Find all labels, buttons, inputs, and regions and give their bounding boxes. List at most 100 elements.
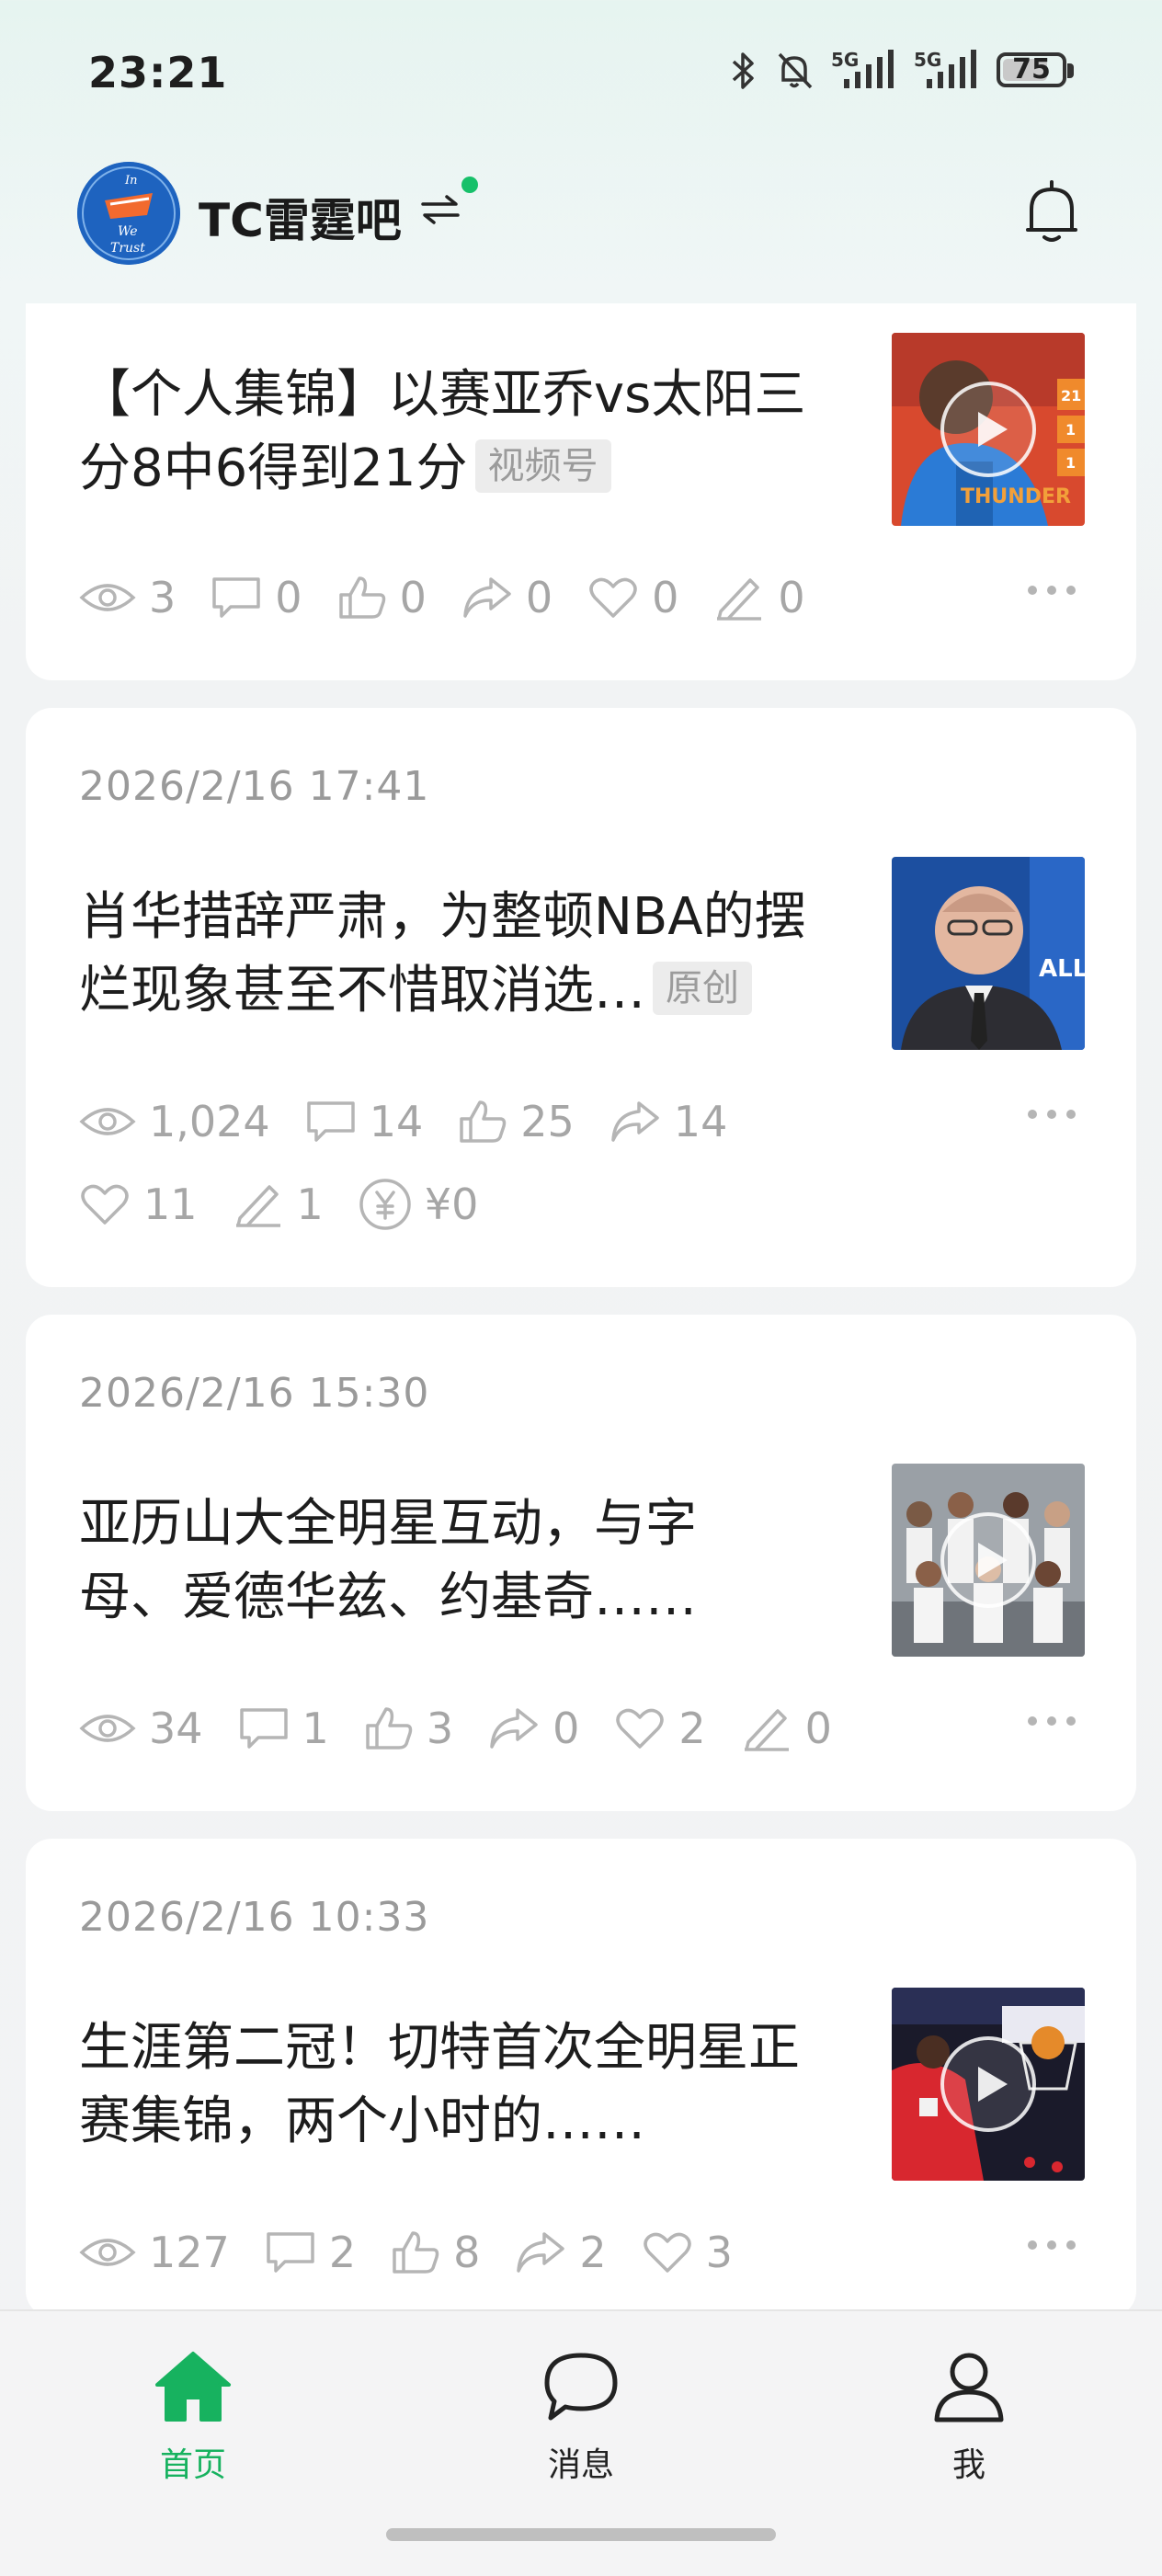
more-options-icon[interactable]	[1026, 583, 1077, 600]
share-count[interactable]: 14	[609, 1097, 727, 1146]
share-icon	[611, 1101, 659, 1142]
comment-count[interactable]: 14	[305, 1097, 423, 1146]
eye-icon	[79, 584, 136, 611]
share-count[interactable]: 0	[488, 1704, 579, 1753]
favorite-count[interactable]: 2	[614, 1704, 706, 1753]
view-count: 3	[79, 573, 176, 622]
favorite-count[interactable]: 3	[642, 2228, 733, 2277]
post-thumbnail[interactable]: ALL	[892, 857, 1085, 1050]
home-indicator[interactable]	[386, 2528, 776, 2541]
svg-text:THUNDER: THUNDER	[961, 485, 1071, 508]
nav-home-label: 首页	[159, 2446, 226, 2484]
post-title-text: 亚历山大全明星互动，与字母、爱德华兹、约基奇……	[79, 1494, 697, 1627]
comment-icon	[306, 1101, 355, 1142]
post-card[interactable]: 【个人集锦】以赛亚乔vs太阳三分8中6得到21分 视频号 THUNDER 21 1…	[26, 303, 1136, 680]
post-thumbnail[interactable]	[892, 1464, 1085, 1657]
bluetooth-icon	[732, 52, 754, 89]
view-count: 127	[79, 2228, 230, 2277]
comment-count[interactable]: 2	[265, 2228, 356, 2277]
post-thumbnail[interactable]: THUNDER 21 1 1	[892, 333, 1085, 526]
post-title[interactable]: 【个人集锦】以赛亚乔vs太阳三分8中6得到21分 视频号	[79, 359, 842, 506]
post-thumbnail[interactable]	[892, 1988, 1085, 2181]
thumbs-up-icon	[366, 1707, 413, 1750]
switch-group-icon[interactable]	[419, 193, 461, 230]
pen-icon	[717, 578, 762, 621]
edit-count[interactable]: 0	[713, 573, 805, 622]
thumbs-up-icon	[393, 2231, 439, 2274]
more-options-icon[interactable]	[1026, 1714, 1077, 1731]
signal-5g-icon: 5G	[831, 49, 894, 88]
comment-icon	[212, 577, 261, 618]
status-icons: 5G 5G 75	[730, 46, 1077, 96]
favorite-count[interactable]: 11	[79, 1180, 198, 1229]
post-title-text: 生涯第二冠！切特首次全明星正赛集锦，两个小时的……	[79, 2018, 800, 2151]
like-count[interactable]: 0	[337, 573, 427, 622]
share-count[interactable]: 2	[515, 2228, 607, 2277]
svg-text:5G: 5G	[831, 49, 859, 71]
post-title-text: 【个人集锦】以赛亚乔vs太阳三分8中6得到21分	[79, 365, 806, 498]
comment-icon	[267, 2232, 314, 2273]
post-stats: 34 1 3 0 2 0	[79, 1701, 867, 1756]
yen-coin-icon	[359, 1179, 411, 1230]
nav-me-label: 我	[951, 2446, 985, 2484]
svg-text:21: 21	[1061, 387, 1081, 405]
more-options-icon[interactable]	[1026, 1107, 1077, 1124]
thumbs-up-icon	[460, 1100, 507, 1143]
edit-count[interactable]: 0	[741, 1704, 832, 1753]
nav-messages[interactable]: 消息	[489, 2311, 673, 2495]
comment-icon	[239, 1708, 288, 1749]
post-stats: 1,024 14 25 14	[79, 1094, 762, 1149]
notification-bell-icon[interactable]	[1024, 178, 1079, 248]
post-date: 2026/2/16 15:30	[79, 1370, 430, 1417]
share-icon	[517, 2232, 565, 2273]
post-card[interactable]: 2026/2/16 10:33 生涯第二冠！切特首次全明星正赛集锦，两个小时的……	[26, 1839, 1136, 2317]
avatar-text-in: In	[124, 174, 138, 188]
share-icon	[463, 577, 511, 618]
thumbs-up-icon	[338, 576, 385, 619]
post-stats: 127 2 8 2 3	[79, 2225, 768, 2280]
group-avatar[interactable]: In We Trust	[77, 162, 180, 265]
group-header: In We Trust TC雷霆吧	[0, 156, 1162, 276]
play-icon[interactable]	[938, 2034, 1039, 2135]
profile-icon	[934, 2353, 1004, 2422]
view-count: 1,024	[79, 1097, 270, 1146]
avatar-text-trust: Trust	[110, 241, 145, 256]
more-options-icon[interactable]	[1026, 2238, 1077, 2255]
play-icon[interactable]	[938, 379, 1039, 480]
like-count[interactable]: 8	[391, 2228, 480, 2277]
like-count[interactable]: 25	[458, 1097, 575, 1146]
comment-count[interactable]: 1	[238, 1704, 329, 1753]
status-time: 23:21	[88, 48, 228, 97]
svg-text:5G: 5G	[914, 49, 941, 71]
heart-icon	[589, 577, 637, 618]
post-title[interactable]: 亚历山大全明星互动，与字母、爱德华兹、约基奇……	[79, 1487, 778, 1635]
nav-messages-label: 消息	[547, 2446, 614, 2484]
battery-icon: 75	[997, 51, 1077, 91]
post-card[interactable]: 2026/2/16 15:30 亚历山大全明星互动，与字母、爱德华兹、约基奇……	[26, 1315, 1136, 1811]
edit-count[interactable]: 1	[233, 1180, 324, 1229]
post-stats: 3 0 0 0 0 0	[79, 570, 840, 625]
post-title[interactable]: 肖华措辞严肃，为整顿NBA的摆烂现象甚至不惜取消选… 原创	[79, 881, 842, 1028]
nav-me[interactable]: 我	[877, 2311, 1061, 2495]
post-card[interactable]: 2026/2/16 17:41 肖华措辞严肃，为整顿NBA的摆烂现象甚至不惜取消…	[26, 708, 1136, 1287]
group-name[interactable]: TC雷霆吧	[199, 184, 402, 250]
post-date: 2026/2/16 10:33	[79, 1894, 430, 1941]
comment-count[interactable]: 0	[211, 573, 302, 622]
play-icon[interactable]	[938, 1510, 1039, 1611]
post-tag: 原创	[653, 961, 752, 1015]
mute-bell-icon	[778, 52, 813, 89]
like-count[interactable]: 3	[364, 1704, 453, 1753]
reward-amount[interactable]: ¥0	[359, 1178, 478, 1231]
favorite-count[interactable]: 0	[587, 573, 678, 622]
svg-text:1: 1	[1065, 454, 1076, 472]
nav-home[interactable]: 首页	[101, 2311, 285, 2495]
pen-icon	[744, 1709, 789, 1751]
home-icon	[155, 2352, 231, 2422]
post-title[interactable]: 生涯第二冠！切特首次全明星正赛集锦，两个小时的……	[79, 2012, 805, 2159]
view-count: 34	[79, 1704, 203, 1753]
svg-text:ALL: ALL	[1039, 955, 1085, 983]
share-count[interactable]: 0	[461, 573, 553, 622]
status-bar: 23:21 5G 5G 75	[0, 0, 1162, 147]
heart-icon	[616, 1708, 665, 1749]
online-indicator	[461, 177, 478, 193]
